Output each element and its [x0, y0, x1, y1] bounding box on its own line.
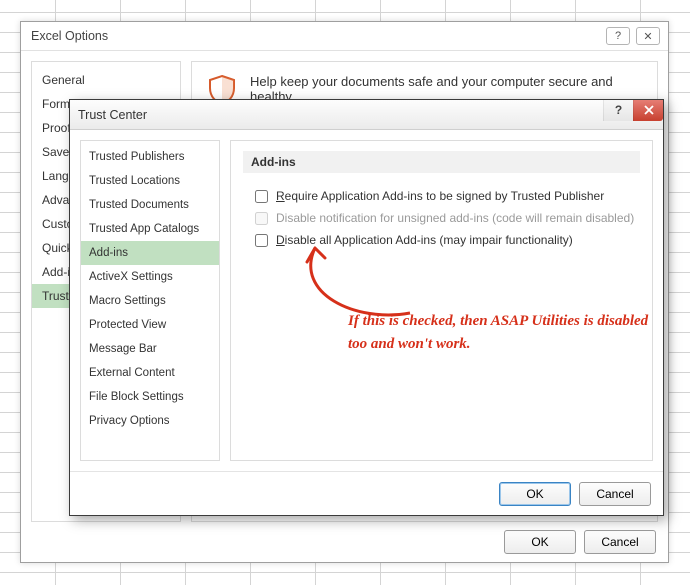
help-button[interactable]: ? [606, 27, 630, 45]
opt-disable-all-label: Disable all Application Add-ins (may imp… [276, 233, 573, 247]
excel-options-ok-button[interactable]: OK [504, 530, 576, 554]
trust-center-ok-button[interactable]: OK [499, 482, 571, 506]
trust-center-nav: Trusted Publishers Trusted Locations Tru… [80, 140, 220, 461]
tc-nav-protected-view[interactable]: Protected View [81, 313, 219, 337]
tc-nav-trusted-documents[interactable]: Trusted Documents [81, 193, 219, 217]
trust-center-titlebar: Trust Center ? [70, 100, 663, 130]
opt-require-signed-label: Require Application Add-ins to be signed… [276, 189, 604, 203]
nav-item-general[interactable]: General [32, 68, 180, 92]
trust-center-dialog: Trust Center ? Trusted Publishers Truste… [69, 99, 664, 516]
opt-require-signed-checkbox[interactable] [255, 190, 268, 203]
excel-options-cancel-button[interactable]: Cancel [584, 530, 656, 554]
trust-center-help-button[interactable]: ? [603, 100, 633, 121]
opt-disable-unsigned-checkbox [255, 212, 268, 225]
tc-nav-privacy[interactable]: Privacy Options [81, 409, 219, 433]
trust-center-content: Add-ins Require Application Add-ins to b… [230, 140, 653, 461]
excel-options-titlebar: Excel Options ? ✕ [21, 22, 668, 50]
trust-center-close-button[interactable] [633, 100, 663, 121]
tc-nav-trusted-publishers[interactable]: Trusted Publishers [81, 145, 219, 169]
tc-nav-message-bar[interactable]: Message Bar [81, 337, 219, 361]
close-button[interactable]: ✕ [636, 27, 660, 45]
annotation-text: If this is checked, then ASAP Utilities … [348, 310, 658, 357]
tc-nav-activex[interactable]: ActiveX Settings [81, 265, 219, 289]
section-header-addins: Add-ins [243, 151, 640, 173]
trust-center-title: Trust Center [78, 108, 603, 122]
opt-disable-all-checkbox[interactable] [255, 234, 268, 247]
tc-nav-trusted-locations[interactable]: Trusted Locations [81, 169, 219, 193]
tc-nav-file-block[interactable]: File Block Settings [81, 385, 219, 409]
opt-disable-unsigned-notification: Disable notification for unsigned add-in… [243, 207, 640, 229]
tc-nav-external-content[interactable]: External Content [81, 361, 219, 385]
opt-disable-all-addins[interactable]: Disable all Application Add-ins (may imp… [243, 229, 640, 251]
tc-nav-addins[interactable]: Add-ins [81, 241, 219, 265]
excel-options-title: Excel Options [29, 29, 600, 43]
tc-nav-macro[interactable]: Macro Settings [81, 289, 219, 313]
opt-require-signed[interactable]: Require Application Add-ins to be signed… [243, 185, 640, 207]
opt-disable-unsigned-label: Disable notification for unsigned add-in… [276, 211, 634, 225]
tc-nav-trusted-app-catalogs[interactable]: Trusted App Catalogs [81, 217, 219, 241]
trust-center-cancel-button[interactable]: Cancel [579, 482, 651, 506]
